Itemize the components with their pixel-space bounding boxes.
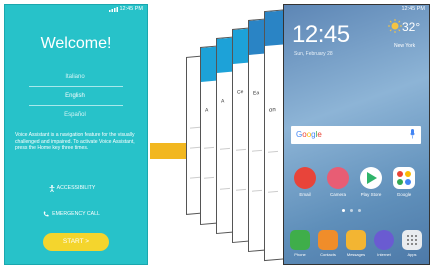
language-option-english[interactable]: English	[25, 88, 125, 104]
internet-app-icon[interactable]	[374, 230, 394, 250]
start-button[interactable]: START >	[43, 233, 109, 251]
dock-label: Messages	[346, 252, 366, 257]
mic-icon[interactable]	[410, 129, 415, 139]
date-label: Sun, February 28	[294, 51, 333, 57]
play-store-app-icon[interactable]	[360, 167, 382, 189]
temperature: 32°	[402, 20, 421, 34]
weather-city: New York	[394, 43, 416, 49]
voice-assistant-description: Voice Assistant is a navigation feature …	[15, 132, 135, 152]
status-bar: 12:45 PM	[284, 5, 429, 14]
language-option-espanol[interactable]: Español	[25, 107, 125, 123]
phone-app-icon[interactable]	[290, 230, 310, 250]
language-option-italiano[interactable]: Italiano	[25, 69, 125, 85]
page-indicator	[342, 209, 345, 212]
signal-icon	[109, 6, 118, 12]
google-search-bar[interactable]: Google	[291, 126, 421, 144]
divider	[29, 105, 123, 106]
accessibility-link[interactable]: ACCESSIBILITY	[15, 185, 137, 191]
card-heading: Ea	[253, 90, 260, 97]
sun-icon	[388, 19, 402, 33]
apps-drawer-icon[interactable]	[402, 230, 422, 250]
dock-label: Internet	[377, 252, 391, 257]
card-heading: A	[221, 98, 225, 105]
google-logo: Google	[296, 130, 322, 139]
messages-app-icon[interactable]	[346, 230, 366, 250]
page-indicator	[358, 209, 361, 212]
card-heading: A	[205, 107, 209, 114]
status-time: 12:45 PM	[401, 6, 425, 12]
status-bar: 12:45 PM	[5, 5, 147, 14]
divider	[29, 86, 123, 87]
dock-label: Apps	[407, 252, 417, 257]
status-time: 12:45 PM	[119, 6, 143, 12]
dock-label: Phone	[294, 252, 306, 257]
welcome-screen: 12:45 PM Welcome! Italiano English Españ…	[4, 4, 148, 265]
google-folder-icon[interactable]	[393, 167, 415, 189]
email-app-icon[interactable]	[294, 167, 316, 189]
clock-widget[interactable]: 12:45	[292, 21, 350, 49]
emergency-call-link[interactable]: EMERGENCY CALL	[15, 211, 137, 217]
card-heading: on	[269, 107, 276, 114]
app-label: Google	[396, 192, 412, 197]
app-label: Play Store	[360, 192, 382, 197]
home-screen: 12:45 PM 12:45 Sun, February 28 32° New …	[283, 4, 430, 265]
contacts-app-icon[interactable]	[318, 230, 338, 250]
app-label: Camera	[329, 192, 346, 197]
card-heading: Ce	[237, 89, 244, 96]
camera-app-icon[interactable]	[327, 167, 349, 189]
app-label: Email	[299, 192, 311, 197]
page-indicator	[350, 209, 353, 212]
welcome-title: Welcome!	[40, 35, 112, 52]
dock-label: Contacts	[320, 252, 336, 257]
